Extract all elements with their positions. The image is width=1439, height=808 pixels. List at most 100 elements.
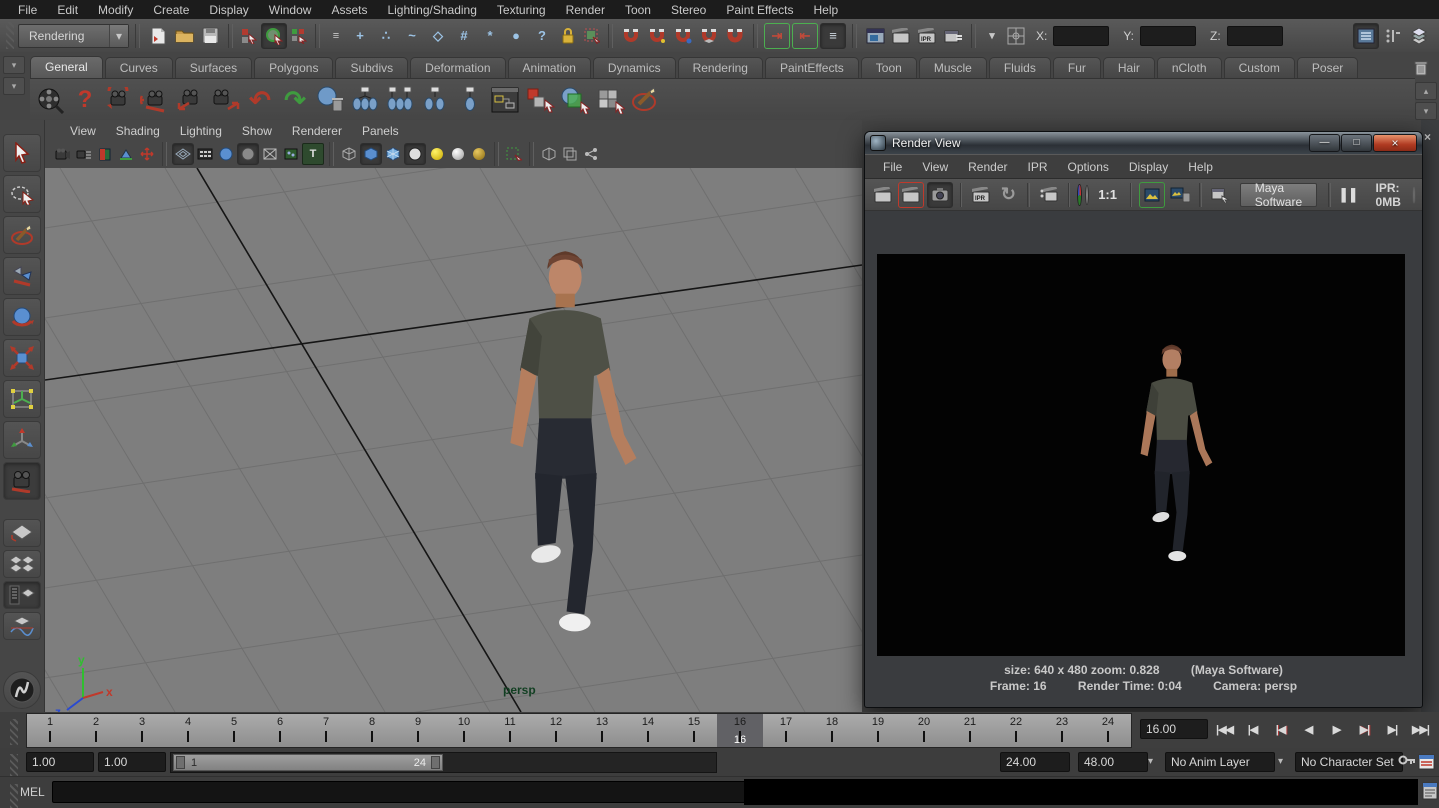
- shelf-hypergraph-hierarchy-icon[interactable]: [349, 84, 381, 116]
- animation-end-input[interactable]: [1078, 752, 1148, 772]
- select-points-mask-icon[interactable]: ∴: [374, 24, 398, 48]
- shelf-tab[interactable]: Deformation: [410, 57, 505, 78]
- shelf-tab[interactable]: Custom: [1224, 57, 1295, 78]
- timeline-tick[interactable]: 18: [809, 714, 855, 747]
- camera-attributes-icon[interactable]: [74, 144, 94, 164]
- menuset-dropdown[interactable]: Rendering ▾: [18, 24, 129, 48]
- panel-menu-item[interactable]: Lighting: [171, 124, 231, 138]
- refresh-ipr-icon[interactable]: ↻: [996, 183, 1020, 207]
- ipr-render-icon[interactable]: IPR: [969, 183, 993, 207]
- lasso-tool[interactable]: [3, 175, 41, 213]
- shelf-hypergraph-output-icon[interactable]: [419, 84, 451, 116]
- input-connections-icon[interactable]: ⇥: [764, 23, 790, 49]
- shelf-poly-group-icon[interactable]: [594, 84, 626, 116]
- shelf-tab[interactable]: Fluids: [989, 57, 1051, 78]
- select-misc-mask-icon[interactable]: ?: [530, 24, 554, 48]
- layout-single-pane-button[interactable]: [3, 519, 41, 547]
- open-render-settings-icon[interactable]: [1209, 183, 1233, 207]
- timeline-tick[interactable]: 2: [73, 714, 119, 747]
- menu-item[interactable]: Stereo: [661, 2, 716, 18]
- timeline-tick[interactable]: 24: [1085, 714, 1131, 747]
- timeline-tick[interactable]: 19: [855, 714, 901, 747]
- output-connections-icon[interactable]: ⇤: [792, 23, 818, 49]
- timeline-ruler[interactable]: 16 1234567891011121314151617181920212223…: [26, 713, 1132, 748]
- ipr-render-icon[interactable]: IPR: [915, 24, 939, 48]
- shelf-tab[interactable]: Curves: [105, 57, 173, 78]
- film-gate-icon[interactable]: [195, 144, 215, 164]
- isolate-select-icon[interactable]: [504, 144, 524, 164]
- transform-dropdown-icon[interactable]: ▾: [982, 26, 1002, 46]
- select-all-mask-icon[interactable]: +: [348, 24, 372, 48]
- current-time-input[interactable]: [1140, 719, 1208, 739]
- timeline-tick[interactable]: 12: [533, 714, 579, 747]
- gate-mask-icon[interactable]: [237, 143, 259, 165]
- character-set-dropdown-icon[interactable]: ▾: [1278, 756, 1283, 767]
- menu-item[interactable]: File: [8, 2, 47, 18]
- command-input[interactable]: [52, 781, 746, 803]
- menu-item[interactable]: Create: [143, 2, 199, 18]
- rotate-tool[interactable]: [3, 298, 41, 336]
- construction-history-icon[interactable]: ≡: [820, 23, 846, 49]
- shelf-undo-icon[interactable]: ↶: [244, 84, 276, 116]
- snap-view-plane-icon[interactable]: [697, 24, 721, 48]
- animation-start-input[interactable]: [26, 752, 94, 772]
- shelf-dolly-camera-icon[interactable]: [174, 84, 206, 116]
- auto-keyframe-icon[interactable]: [1418, 754, 1435, 770]
- bookmark-icon[interactable]: [95, 144, 115, 164]
- range-slider-track[interactable]: 1 24: [170, 752, 717, 773]
- use-default-material-icon[interactable]: [404, 143, 426, 165]
- textured-mode-icon[interactable]: [383, 144, 403, 164]
- shelf-tab[interactable]: Hair: [1103, 57, 1155, 78]
- timeline-tick[interactable]: 1: [27, 714, 73, 747]
- menu-item[interactable]: Render: [556, 2, 615, 18]
- shelf-hypergraph-input-icon[interactable]: [384, 84, 416, 116]
- timeline-tick[interactable]: 6: [257, 714, 303, 747]
- shelf-tab[interactable]: Surfaces: [175, 57, 252, 78]
- select-component-icon[interactable]: [289, 26, 309, 46]
- shelf-selection-set-icon[interactable]: [559, 84, 591, 116]
- field-chart-icon[interactable]: [260, 144, 280, 164]
- render-current-frame-icon[interactable]: [898, 182, 924, 208]
- panel-menu-item[interactable]: Show: [233, 124, 281, 138]
- menu-item[interactable]: Assets: [321, 2, 377, 18]
- command-language-label[interactable]: MEL: [20, 785, 45, 799]
- shelf-tab[interactable]: Polygons: [254, 57, 333, 78]
- drag-handle[interactable]: [10, 754, 18, 776]
- timeline-tick[interactable]: 17: [763, 714, 809, 747]
- render-view-menu-item[interactable]: View: [912, 160, 958, 174]
- remove-image-icon[interactable]: [1168, 183, 1192, 207]
- step-forward-frame-button[interactable]: ▶|: [1380, 718, 1405, 740]
- shelf-tumble-camera-icon[interactable]: [104, 84, 136, 116]
- playback-start-input[interactable]: [98, 752, 166, 772]
- last-tool-used[interactable]: [3, 462, 41, 500]
- shelf-tab[interactable]: PaintEffects: [765, 57, 859, 78]
- range-start-handle[interactable]: [176, 756, 185, 769]
- anim-layer-field[interactable]: [1165, 752, 1275, 772]
- shelf-paint-effects-icon[interactable]: [629, 84, 661, 116]
- anim-layer-dropdown-icon[interactable]: ▾: [1148, 756, 1153, 767]
- go-to-start-button[interactable]: |◀◀: [1212, 718, 1237, 740]
- safe-title-icon[interactable]: T: [302, 143, 324, 165]
- drag-handle[interactable]: [10, 784, 18, 808]
- shelf-menu-icon[interactable]: ▾: [3, 56, 25, 74]
- shelf-scroll-down-icon[interactable]: ▾: [1415, 102, 1437, 120]
- timeline-tick[interactable]: 10: [441, 714, 487, 747]
- pause-ipr-icon[interactable]: ▌▌: [1338, 188, 1365, 202]
- attribute-editor-icon[interactable]: [1353, 23, 1379, 49]
- open-scene-icon[interactable]: [172, 24, 196, 48]
- timeline-tick[interactable]: 13: [579, 714, 625, 747]
- timeline-tick[interactable]: 22: [993, 714, 1039, 747]
- new-scene-icon[interactable]: [146, 24, 170, 48]
- render-view-menu-item[interactable]: IPR: [1018, 160, 1058, 174]
- shelf-transform-node-icon[interactable]: [524, 84, 556, 116]
- xray-mode-icon[interactable]: [539, 144, 559, 164]
- shelf-options-icon[interactable]: ▾: [3, 77, 25, 95]
- select-dynamics-mask-icon[interactable]: *: [478, 24, 502, 48]
- timeline-tick[interactable]: 3: [119, 714, 165, 747]
- select-deformations-mask-icon[interactable]: #: [452, 24, 476, 48]
- timeline-tick[interactable]: 21: [947, 714, 993, 747]
- y-coordinate-input[interactable]: [1140, 26, 1196, 46]
- close-pane-icon[interactable]: ×: [1424, 130, 1431, 144]
- timeline-tick[interactable]: 23: [1039, 714, 1085, 747]
- shelf-tab[interactable]: Toon: [861, 57, 917, 78]
